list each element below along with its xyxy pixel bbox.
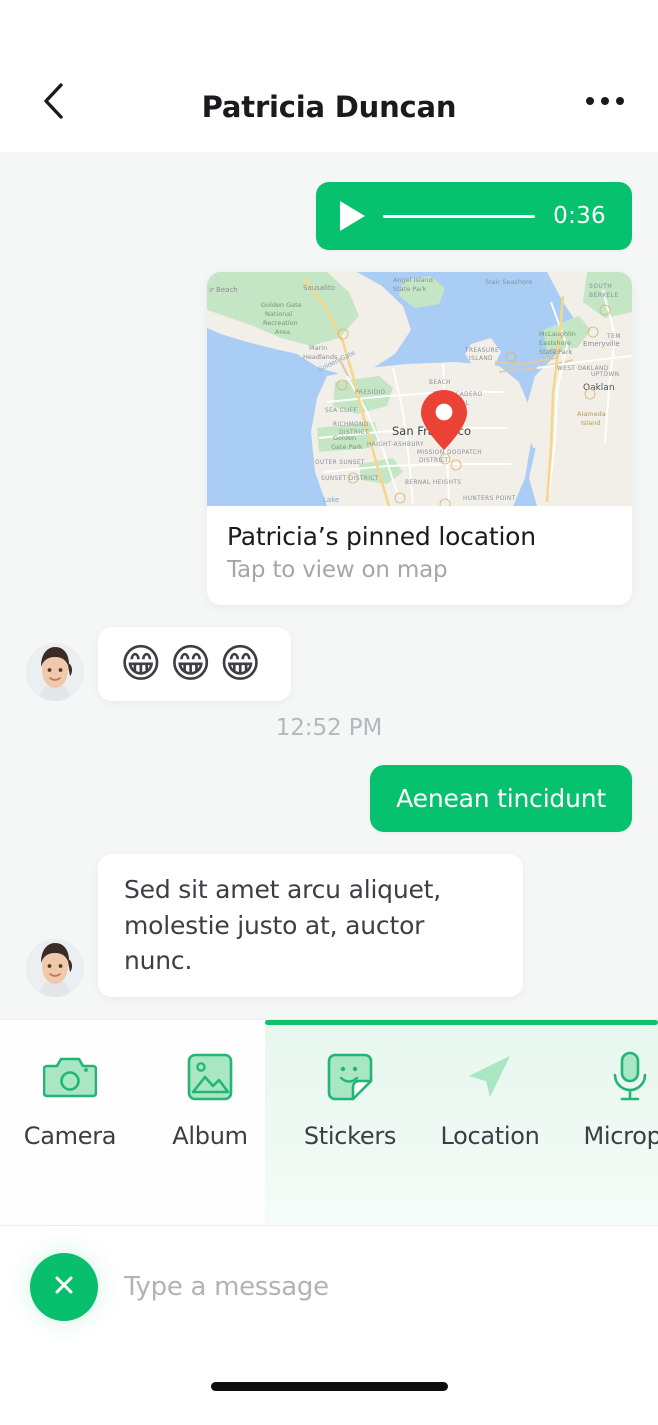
svg-text:Oaklan: Oaklan (583, 383, 615, 393)
svg-text:BERNAL HEIGHTS: BERNAL HEIGHTS (405, 480, 461, 486)
back-button[interactable] (30, 78, 76, 124)
svg-text:National: National (265, 310, 292, 318)
tray-item-camera[interactable]: Camera (0, 1048, 140, 1150)
svg-text:Eastshore: Eastshore (539, 339, 571, 347)
svg-text:HUNTERS POINT: HUNTERS POINT (463, 496, 516, 502)
microphone-icon (609, 1048, 651, 1106)
close-icon (51, 1272, 77, 1302)
avatar[interactable] (26, 938, 84, 997)
svg-text:TREASURE: TREASURE (464, 348, 499, 354)
svg-text:ir Beach: ir Beach (209, 286, 238, 294)
attachment-tray: Camera Album Stickers Location Microp (0, 1019, 658, 1225)
voice-progress-track[interactable] (383, 214, 536, 218)
location-card-title: Patricia’s pinned location (227, 522, 536, 551)
location-card[interactable]: ir Beach Sausalito Angel Island State Pa… (207, 272, 632, 605)
svg-text:Island: Island (581, 419, 600, 427)
svg-text:OUTER SUNSET: OUTER SUNSET (315, 460, 365, 466)
svg-text:PRESIDIO: PRESIDIO (355, 390, 386, 396)
svg-text:Gate Park: Gate Park (331, 443, 363, 451)
tray-item-label: Location (440, 1122, 540, 1150)
tray-item-location[interactable]: Location (420, 1048, 560, 1150)
svg-text:BERKELE: BERKELE (589, 292, 619, 299)
location-card-subtitle: Tap to view on map (227, 557, 448, 583)
message-row-voice: 0:36 (26, 182, 632, 250)
svg-text:McLaughlin: McLaughlin (539, 330, 576, 338)
message-input-bar (0, 1225, 658, 1347)
svg-text:Area: Area (275, 328, 290, 336)
svg-text:Golden Gate: Golden Gate (261, 301, 302, 309)
emoji-message-bubble[interactable]: 😁😁😁 (98, 627, 292, 701)
map-preview-image[interactable]: ir Beach Sausalito Angel Island State Pa… (207, 272, 632, 506)
tray-item-album[interactable]: Album (140, 1048, 280, 1150)
home-indicator-area (0, 1347, 658, 1425)
svg-text:SEA CLIFF: SEA CLIFF (325, 408, 357, 414)
svg-text:Marin: Marin (309, 344, 327, 352)
tray-item-stickers[interactable]: Stickers (280, 1048, 420, 1150)
message-row-emoji: 😁😁😁 (26, 627, 632, 701)
outgoing-message-bubble[interactable]: Aenean tincidunt (370, 765, 632, 832)
svg-text:HAIGHT-ASHBURY: HAIGHT-ASHBURY (367, 442, 424, 448)
svg-text:State Park: State Park (539, 348, 573, 356)
ellipsis-icon (586, 97, 624, 105)
app-header: Patricia Duncan (0, 0, 658, 152)
svg-text:Golden: Golden (333, 434, 356, 442)
tray-item-microphone[interactable]: Microph (560, 1048, 658, 1150)
svg-text:DISTRICT: DISTRICT (419, 458, 449, 464)
svg-text:Lake: Lake (323, 496, 339, 504)
close-attachments-button[interactable] (30, 1252, 98, 1321)
chevron-left-icon (40, 81, 66, 121)
svg-text:TEM: TEM (606, 333, 621, 340)
voice-duration: 0:36 (553, 203, 606, 229)
tray-item-label: Camera (23, 1122, 117, 1150)
location-card-caption: Patricia’s pinned location Tap to view o… (207, 506, 632, 605)
chat-screen: Patricia Duncan 0:36 ir Beach Sausalito … (0, 0, 658, 1425)
svg-text:Angel Island: Angel Island (393, 276, 433, 284)
svg-text:Alameda: Alameda (577, 410, 606, 418)
message-row-incoming: Sed sit amet arcu aliquet, molestie just… (26, 854, 632, 997)
svg-text:BEACH: BEACH (429, 380, 451, 386)
svg-text:RICHMOND: RICHMOND (333, 422, 369, 428)
home-indicator[interactable] (210, 1381, 448, 1391)
tray-item-label: Stickers (303, 1122, 397, 1150)
message-list[interactable]: 0:36 ir Beach Sausalito Angel Island Sta… (0, 152, 658, 1019)
svg-text:Sausalito: Sausalito (303, 284, 335, 292)
svg-text:State Park: State Park (393, 285, 427, 293)
svg-text:Recreation: Recreation (263, 319, 298, 327)
message-row-location: ir Beach Sausalito Angel Island State Pa… (26, 272, 632, 605)
svg-text:Emeryville: Emeryville (583, 340, 620, 348)
svg-text:SUNSET DISTRICT: SUNSET DISTRICT (321, 476, 379, 482)
page-title: Patricia Duncan (201, 90, 457, 124)
message-timestamp: 12:52 PM (275, 715, 383, 741)
photo-album-icon (186, 1048, 234, 1106)
message-input[interactable] (124, 1271, 628, 1302)
avatar[interactable] (26, 643, 84, 701)
message-row-outgoing: Aenean tincidunt (26, 765, 632, 832)
navigation-arrow-icon (464, 1048, 516, 1106)
svg-text:Stair Seashore: Stair Seashore (485, 278, 532, 286)
sticker-icon (326, 1048, 374, 1106)
tray-item-label: Microph (583, 1122, 658, 1150)
incoming-message-bubble[interactable]: Sed sit amet arcu aliquet, molestie just… (98, 854, 523, 997)
svg-text:UPTOWN: UPTOWN (591, 372, 619, 378)
voice-message-bubble[interactable]: 0:36 (316, 182, 632, 250)
svg-text:ISLAND: ISLAND (469, 356, 493, 362)
svg-text:SOUTH: SOUTH (589, 283, 612, 290)
camera-icon (43, 1048, 97, 1106)
tray-item-label: Album (172, 1122, 248, 1150)
more-options-button[interactable] (582, 78, 628, 124)
play-icon[interactable] (340, 201, 365, 231)
